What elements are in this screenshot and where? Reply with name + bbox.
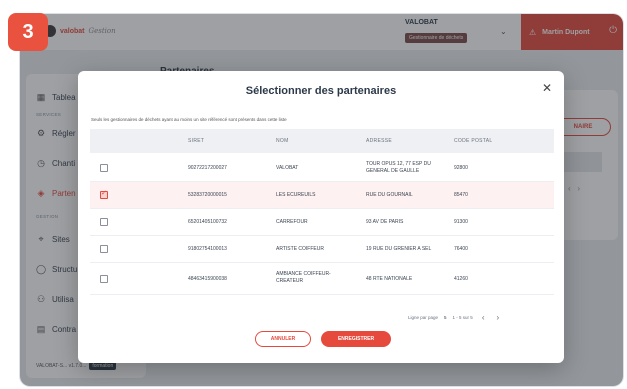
cell-nom: LES ECUREUILS [276,192,316,198]
modal-hint: Seuls les gestionnaires de déchets ayant… [91,117,287,122]
table-row[interactable]: 91802754100013 ARTISTE COIFFEUR 19 RUE D… [90,236,554,263]
chevron-left-icon[interactable]: ‹ [479,313,488,322]
column-header-siret[interactable]: SIRET [188,138,204,144]
table-header: SIRET NOM ADRESSE CODE POSTAL [90,129,554,153]
pagination: Ligne par page 5 1 - 5 sur 5 ‹ › [408,313,502,322]
cell-siret: 53283720000015 [188,192,227,198]
column-header-nom[interactable]: NOM [276,138,289,144]
modal-title: Sélectionner des partenaires [245,85,397,97]
cell-siret: 65201405100732 [188,219,227,225]
rows-per-page-label: Ligne par page [408,315,439,320]
cell-code-postal: 76400 [454,246,468,252]
cell-code-postal: 41260 [454,276,468,282]
row-checkbox[interactable] [100,218,108,226]
cell-siret: 48463415900038 [188,276,227,282]
table-row[interactable]: 48463415900038 AMBIANCE COIFFEUR-CREATEU… [90,263,554,295]
cell-nom: CARREFOUR [276,219,308,225]
select-partners-modal: Sélectionner des partenaires ✕ Seuls les… [78,71,564,363]
cell-siret: 90272217200027 [188,165,227,171]
row-checkbox[interactable] [100,245,108,253]
row-checkbox[interactable] [100,189,108,199]
cell-code-postal: 92800 [454,165,468,171]
table-row[interactable]: 53283720000015 LES ECUREUILS RUE DU GOUR… [90,182,554,209]
close-icon[interactable]: ✕ [542,81,552,95]
cell-code-postal: 91300 [454,219,468,225]
step-badge: 3 [8,13,48,51]
cell-adresse: TOUR OPUS 12, 77 ESP DU GENERAL DE GAULL… [366,161,431,174]
row-checkbox[interactable] [100,164,108,172]
chevron-right-icon[interactable]: › [493,313,502,322]
cell-nom: ARTISTE COIFFEUR [276,246,324,252]
cell-nom: AMBIANCE COIFFEUR-CREATEUR [276,271,331,284]
page-range: 1 - 5 sur 5 [452,315,473,320]
cell-adresse: 93 AV DE PARIS [366,219,404,225]
rows-per-page-select[interactable]: 5 [444,315,447,320]
table-row[interactable]: 90272217200027 VALOBAT TOUR OPUS 12, 77 … [90,155,554,182]
cell-adresse: 48 RTE NATIONALE [366,276,413,282]
cell-nom: VALOBAT [276,165,299,171]
cell-adresse: 19 RUE DU GRENIER A SEL [366,246,432,252]
cell-adresse: RUE DU GOURNAIL [366,192,413,198]
save-button[interactable]: ENREGISTRER [321,331,391,347]
row-checkbox[interactable] [100,275,108,283]
column-header-adresse[interactable]: ADRESSE [366,138,392,144]
app-window: valobat Gestion VALOBAT Gestionnaire de … [20,14,623,386]
table-row[interactable]: 65201405100732 CARREFOUR 93 AV DE PARIS … [90,209,554,236]
column-header-code-postal[interactable]: CODE POSTAL [454,138,493,144]
cancel-button[interactable]: ANNULER [255,331,311,347]
cell-code-postal: 85470 [454,192,468,198]
cell-siret: 91802754100013 [188,246,227,252]
